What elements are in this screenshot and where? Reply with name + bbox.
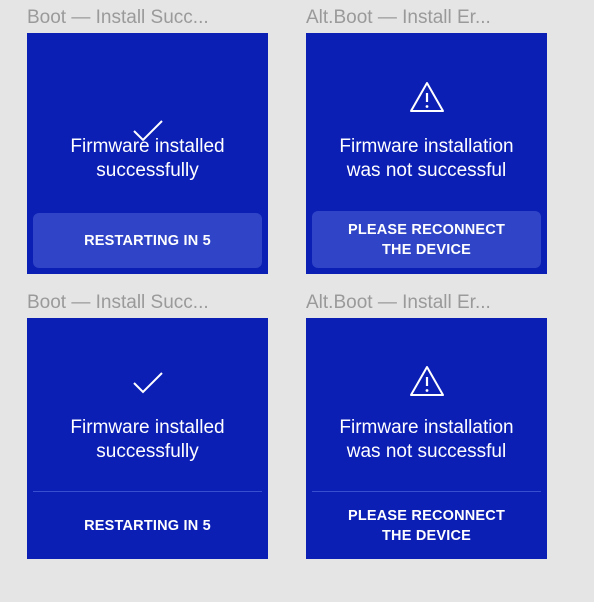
action-label: PLEASE RECONNECT <box>347 508 506 524</box>
status-message-line: was not successful <box>346 160 507 181</box>
altboot-error-screen[interactable]: Firmware installation was not successful… <box>306 33 547 274</box>
status-message-line: Firmware installed <box>70 417 225 438</box>
boot-success-screen[interactable]: Firmware installed successfully RESTARTI… <box>27 318 268 559</box>
reconnect-device-button[interactable]: PLEASE RECONNECT THE DEVICE <box>312 211 541 268</box>
frame-label-altboot-error[interactable]: Alt.Boot — Install Er... <box>306 293 491 312</box>
checkmark-icon <box>132 372 163 394</box>
status-message: Firmware installed successfully <box>27 135 268 183</box>
status-message: Firmware installation was not successful <box>306 416 547 464</box>
status-message-line: Firmware installed <box>70 136 225 157</box>
altboot-error-screen[interactable]: Firmware installation was not successful… <box>306 318 547 559</box>
restart-countdown-button[interactable]: RESTARTING IN 5 <box>33 213 262 268</box>
status-message: Firmware installation was not successful <box>306 135 547 183</box>
action-label: PLEASE RECONNECT <box>347 221 506 238</box>
status-message-line: successfully <box>96 441 199 462</box>
restart-countdown-button[interactable]: RESTARTING IN 5 <box>33 491 262 560</box>
warning-icon <box>409 366 444 396</box>
frame-label-altboot-error[interactable]: Alt.Boot — Install Er... <box>306 8 491 27</box>
action-label: THE DEVICE <box>381 241 471 258</box>
status-message: Firmware installed successfully <box>27 416 268 464</box>
status-message-line: Firmware installation <box>339 136 514 157</box>
status-message-line: Firmware installation <box>339 417 514 438</box>
status-message-line: successfully <box>96 160 199 181</box>
action-label: RESTARTING IN 5 <box>84 518 211 534</box>
boot-success-screen[interactable]: Firmware installed successfully RESTARTI… <box>27 33 268 274</box>
warning-icon <box>409 82 444 112</box>
reconnect-device-button[interactable]: PLEASE RECONNECT THE DEVICE <box>312 491 541 560</box>
status-message-line: was not successful <box>346 441 507 462</box>
frame-label-boot-success[interactable]: Boot — Install Succ... <box>27 8 209 27</box>
action-label: THE DEVICE <box>381 528 471 544</box>
action-label: RESTARTING IN 5 <box>84 232 211 249</box>
frame-label-boot-success[interactable]: Boot — Install Succ... <box>27 293 209 312</box>
